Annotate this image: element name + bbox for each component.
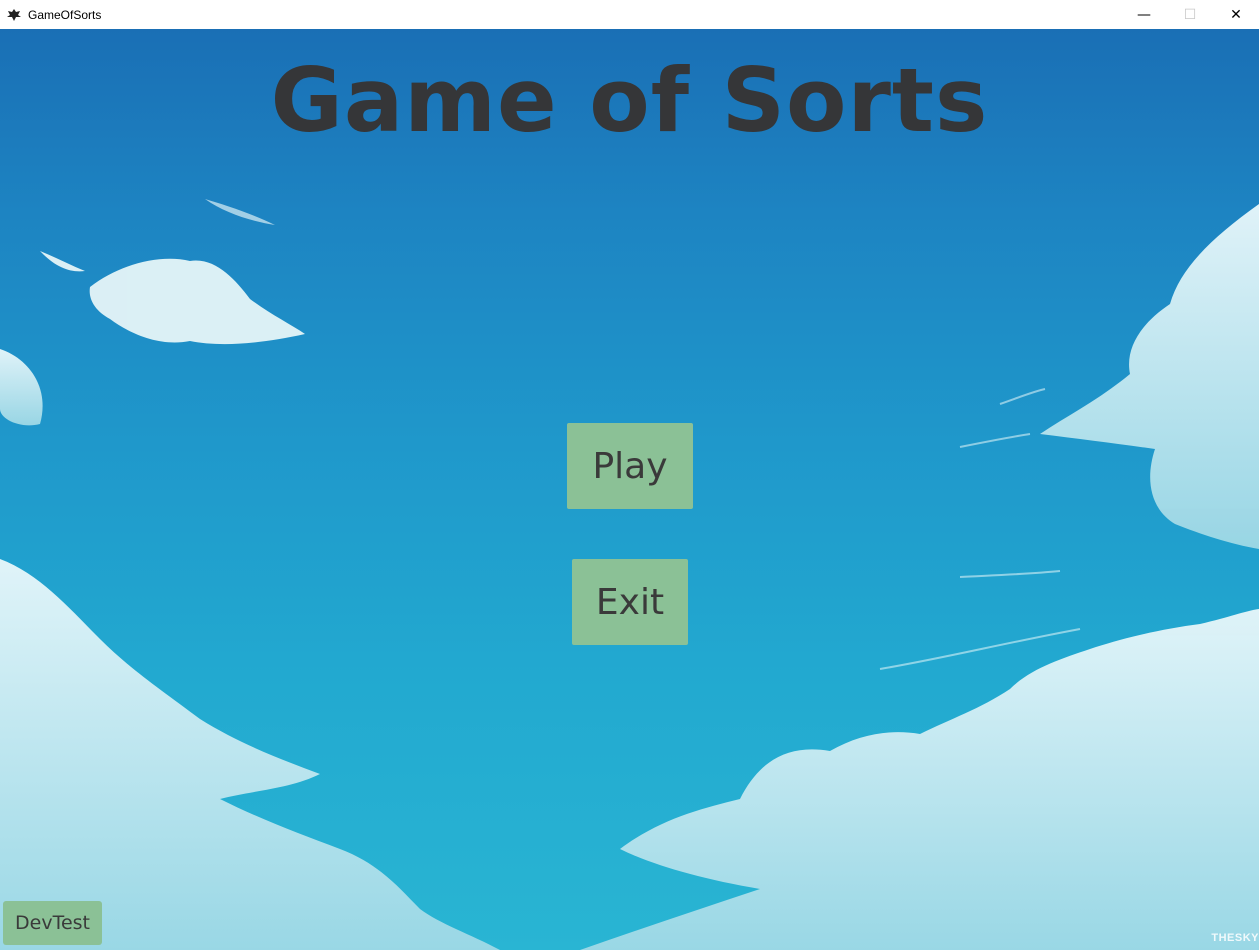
game-window: GameOfSorts — ☐ ✕ Game of Sorts Play Exi… — [0, 0, 1259, 950]
cloud-left — [0, 349, 500, 950]
exit-button[interactable]: Exit — [572, 559, 688, 645]
artist-watermark: THESKY — [1211, 932, 1259, 944]
close-button[interactable]: ✕ — [1213, 0, 1259, 29]
maximize-button[interactable]: ☐ — [1167, 0, 1213, 29]
game-title: Game of Sorts — [270, 49, 989, 152]
play-button[interactable]: Play — [567, 423, 693, 509]
window-controls: — ☐ ✕ — [1121, 0, 1259, 29]
window-title: GameOfSorts — [28, 7, 102, 22]
window-titlebar[interactable]: GameOfSorts — ☐ ✕ — [0, 0, 1259, 29]
cloud-upper-left — [40, 199, 305, 345]
main-menu-scene: Game of Sorts Play Exit DevTest THESKY — [0, 29, 1259, 950]
minimize-button[interactable]: — — [1121, 0, 1167, 29]
raven-icon — [6, 7, 22, 23]
devtest-button[interactable]: DevTest — [3, 901, 102, 945]
